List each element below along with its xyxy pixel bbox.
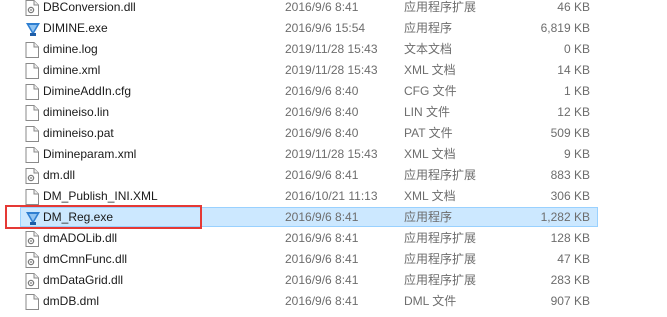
- file-name: dmADOLib.dll: [43, 231, 118, 245]
- file-name: dimineiso.lin: [43, 105, 110, 119]
- dll-icon: [25, 273, 39, 289]
- file-size: 12 KB: [557, 105, 590, 119]
- file-type: XML 文档: [404, 147, 456, 161]
- dll-icon: [25, 252, 39, 268]
- file-type: 应用程序: [404, 210, 453, 224]
- file-name: dmDB.dml: [43, 294, 100, 308]
- file-size: 128 KB: [550, 231, 590, 245]
- file-date: 2016/9/6 8:41: [285, 168, 359, 182]
- file-size: 1,282 KB: [540, 210, 590, 224]
- file-size: 283 KB: [550, 273, 590, 287]
- file-row[interactable]: dm.dll 2016/9/6 8:41 应用程序扩展 883 KB: [0, 165, 667, 186]
- file-size: 9 KB: [563, 147, 590, 161]
- file-size: 14 KB: [557, 63, 590, 77]
- document-icon: [25, 294, 39, 310]
- file-date: 2016/9/6 8:40: [285, 105, 359, 119]
- document-icon: [25, 84, 39, 100]
- file-name: dimine.log: [43, 42, 98, 56]
- file-size: 883 KB: [550, 168, 590, 182]
- document-icon: [25, 147, 39, 163]
- file-row[interactable]: dimineiso.pat 2016/9/6 8:40 PAT 文件 509 KB: [0, 123, 667, 144]
- file-date: 2019/11/28 15:43: [285, 147, 378, 161]
- file-type: 应用程序扩展: [404, 273, 477, 287]
- exe-icon: [25, 21, 40, 37]
- file-size: 306 KB: [550, 189, 590, 203]
- file-row[interactable]: DM_Reg.exe 2016/9/6 8:41 应用程序 1,282 KB: [0, 207, 667, 228]
- file-type: 应用程序: [404, 21, 453, 35]
- document-icon: [25, 63, 39, 79]
- file-date: 2016/10/21 11:13: [285, 189, 378, 203]
- file-row[interactable]: dimineiso.lin 2016/9/6 8:40 LIN 文件 12 KB: [0, 102, 667, 123]
- document-icon: [25, 105, 39, 121]
- file-size: 509 KB: [550, 126, 590, 140]
- file-type: 应用程序扩展: [404, 0, 477, 14]
- file-row[interactable]: dmDataGrid.dll 2016/9/6 8:41 应用程序扩展 283 KB: [0, 270, 667, 291]
- document-icon: [25, 126, 39, 142]
- file-date: 2016/9/6 8:41: [285, 294, 359, 308]
- file-date: 2016/9/6 8:41: [285, 0, 359, 14]
- file-name: dm.dll: [43, 168, 76, 182]
- file-size: 47 KB: [557, 252, 590, 266]
- file-name: DM_Publish_INI.XML: [43, 189, 158, 203]
- file-date: 2016/9/6 8:41: [285, 231, 359, 245]
- file-date: 2016/9/6 8:41: [285, 210, 359, 224]
- file-name: DM_Reg.exe: [43, 210, 114, 224]
- dll-icon: [25, 0, 39, 16]
- file-row[interactable]: dmCmnFunc.dll 2016/9/6 8:41 应用程序扩展 47 KB: [0, 249, 667, 270]
- file-date: 2016/9/6 8:41: [285, 252, 359, 266]
- file-type: DML 文件: [404, 294, 457, 308]
- file-name: Dimineparam.xml: [43, 147, 137, 161]
- file-type: 应用程序扩展: [404, 168, 477, 182]
- file-row[interactable]: DimineAddIn.cfg 2016/9/6 8:40 CFG 文件 1 KB: [0, 81, 667, 102]
- exe-icon: [25, 210, 40, 226]
- file-row[interactable]: dimine.xml 2019/11/28 15:43 XML 文档 14 KB: [0, 60, 667, 81]
- file-type: PAT 文件: [404, 126, 453, 140]
- file-type: 应用程序扩展: [404, 252, 477, 266]
- document-icon: [25, 42, 39, 58]
- file-date: 2016/9/6 8:41: [285, 273, 359, 287]
- file-date: 2016/9/6 8:40: [285, 126, 359, 140]
- file-type: 文本文档: [404, 42, 453, 56]
- file-type: LIN 文件: [404, 105, 451, 119]
- file-name: dmDataGrid.dll: [43, 273, 124, 287]
- file-row[interactable]: DM_Publish_INI.XML 2016/10/21 11:13 XML 文档…: [0, 186, 667, 207]
- file-name: dimine.xml: [43, 63, 101, 77]
- file-name: DimineAddIn.cfg: [43, 84, 132, 98]
- file-type: 应用程序扩展: [404, 231, 477, 245]
- file-name: DIMINE.exe: [43, 21, 108, 35]
- file-row[interactable]: dmDB.dml 2016/9/6 8:41 DML 文件 907 KB: [0, 291, 667, 312]
- file-row[interactable]: DIMINE.exe 2016/9/6 15:54 应用程序 6,819 KB: [0, 18, 667, 39]
- dll-icon: [25, 168, 39, 184]
- file-type: XML 文档: [404, 63, 456, 77]
- file-name: dmCmnFunc.dll: [43, 252, 128, 266]
- file-row[interactable]: dimine.log 2019/11/28 15:43 文本文档 0 KB: [0, 39, 667, 60]
- document-icon: [25, 189, 39, 205]
- file-size: 46 KB: [557, 0, 590, 14]
- file-row[interactable]: Dimineparam.xml 2019/11/28 15:43 XML 文档 9 K…: [0, 144, 667, 165]
- file-date: 2016/9/6 15:54: [285, 21, 366, 35]
- file-type: XML 文档: [404, 189, 456, 203]
- file-type: CFG 文件: [404, 84, 457, 98]
- file-date: 2019/11/28 15:43: [285, 42, 378, 56]
- file-list: DBConversion.dll 2016/9/6 8:41 应用程序扩展 46 KB…: [0, 0, 667, 312]
- file-size: 907 KB: [550, 294, 590, 308]
- file-name: DBConversion.dll: [43, 0, 136, 14]
- file-size: 6,819 KB: [540, 21, 590, 35]
- file-size: 0 KB: [563, 42, 590, 56]
- file-date: 2019/11/28 15:43: [285, 63, 378, 77]
- file-row[interactable]: DBConversion.dll 2016/9/6 8:41 应用程序扩展 46 KB: [0, 0, 667, 18]
- file-size: 1 KB: [563, 84, 590, 98]
- dll-icon: [25, 231, 39, 247]
- file-name: dimineiso.pat: [43, 126, 114, 140]
- file-date: 2016/9/6 8:40: [285, 84, 359, 98]
- file-row[interactable]: dmADOLib.dll 2016/9/6 8:41 应用程序扩展 128 KB: [0, 228, 667, 249]
